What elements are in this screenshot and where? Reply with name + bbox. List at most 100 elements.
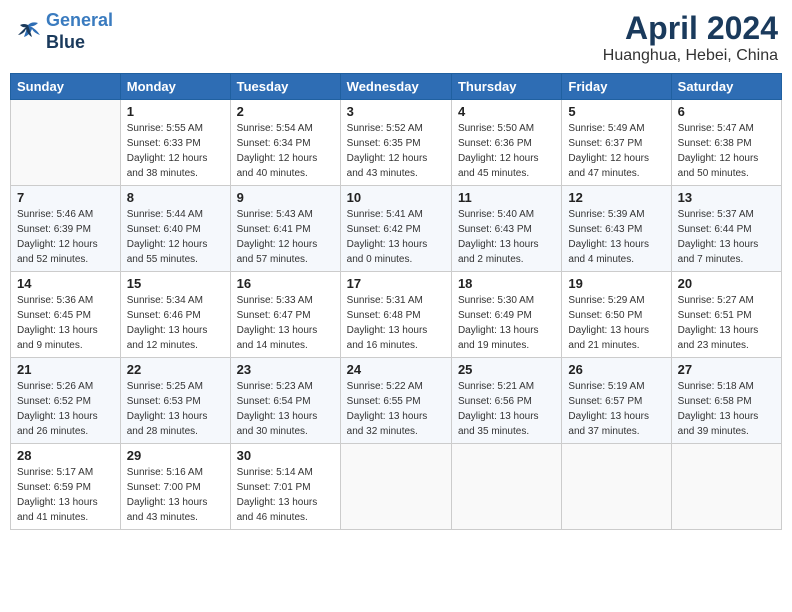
day-number: 23	[237, 362, 334, 377]
page-header: GeneralBlue April 2024 Huanghua, Hebei, …	[10, 10, 782, 65]
calendar-body: 1 Sunrise: 5:55 AMSunset: 6:33 PMDaylight…	[11, 100, 782, 530]
location-title: Huanghua, Hebei, China	[603, 47, 778, 65]
calendar-week-row: 1 Sunrise: 5:55 AMSunset: 6:33 PMDaylight…	[11, 100, 782, 186]
day-number: 1	[127, 104, 224, 119]
day-number: 14	[17, 276, 114, 291]
day-info: Sunrise: 5:14 AMSunset: 7:01 PMDaylight:…	[237, 465, 334, 525]
day-info: Sunrise: 5:55 AMSunset: 6:33 PMDaylight:…	[127, 121, 224, 181]
calendar-cell: 30Sunrise: 5:14 AMSunset: 7:01 PMDayligh…	[230, 444, 340, 530]
calendar-cell: 22 Sunrise: 5:25 AMSunset: 6:53 PMDayligh…	[120, 358, 230, 444]
day-info: Sunrise: 5:52 AMSunset: 6:35 PMDaylight:…	[347, 121, 445, 181]
logo-text: GeneralBlue	[46, 10, 113, 53]
weekday-header-saturday: Saturday	[671, 74, 781, 100]
day-number: 12	[568, 190, 664, 205]
calendar-cell: 17 Sunrise: 5:31 AMSunset: 6:48 PMDayligh…	[340, 272, 451, 358]
weekday-header-sunday: Sunday	[11, 74, 121, 100]
day-number: 24	[347, 362, 445, 377]
calendar-week-row: 7 Sunrise: 5:46 AMSunset: 6:39 PMDaylight…	[11, 186, 782, 272]
calendar-cell: 26Sunrise: 5:19 AMSunset: 6:57 PMDayligh…	[562, 358, 671, 444]
calendar-week-row: 28 Sunrise: 5:17 AMSunset: 6:59 PMDayligh…	[11, 444, 782, 530]
day-number: 26	[568, 362, 664, 377]
weekday-header-monday: Monday	[120, 74, 230, 100]
day-info: Sunrise: 5:34 AMSunset: 6:46 PMDaylight:…	[127, 293, 224, 353]
weekday-header-friday: Friday	[562, 74, 671, 100]
day-number: 22	[127, 362, 224, 377]
day-info: Sunrise: 5:21 AMSunset: 6:56 PMDaylight:…	[458, 379, 555, 439]
day-number: 5	[568, 104, 664, 119]
day-info: Sunrise: 5:27 AMSunset: 6:51 PMDaylight:…	[678, 293, 775, 353]
day-number: 17	[347, 276, 445, 291]
calendar-cell: 20 Sunrise: 5:27 AMSunset: 6:51 PMDayligh…	[671, 272, 781, 358]
day-info: Sunrise: 5:40 AMSunset: 6:43 PMDaylight:…	[458, 207, 555, 267]
calendar-cell: 10Sunrise: 5:41 AMSunset: 6:42 PMDayligh…	[340, 186, 451, 272]
day-info: Sunrise: 5:18 AMSunset: 6:58 PMDaylight:…	[678, 379, 775, 439]
day-info: Sunrise: 5:54 AMSunset: 6:34 PMDaylight:…	[237, 121, 334, 181]
day-info: Sunrise: 5:43 AMSunset: 6:41 PMDaylight:…	[237, 207, 334, 267]
day-info: Sunrise: 5:37 AMSunset: 6:44 PMDaylight:…	[678, 207, 775, 267]
day-info: Sunrise: 5:17 AMSunset: 6:59 PMDaylight:…	[17, 465, 114, 525]
calendar-week-row: 14 Sunrise: 5:36 AMSunset: 6:45 PMDayligh…	[11, 272, 782, 358]
day-info: Sunrise: 5:29 AMSunset: 6:50 PMDaylight:…	[568, 293, 664, 353]
day-number: 18	[458, 276, 555, 291]
day-info: Sunrise: 5:22 AMSunset: 6:55 PMDaylight:…	[347, 379, 445, 439]
day-number: 28	[17, 448, 114, 463]
day-number: 27	[678, 362, 775, 377]
day-number: 25	[458, 362, 555, 377]
day-info: Sunrise: 5:49 AMSunset: 6:37 PMDaylight:…	[568, 121, 664, 181]
calendar-cell: 13 Sunrise: 5:37 AMSunset: 6:44 PMDayligh…	[671, 186, 781, 272]
day-number: 6	[678, 104, 775, 119]
calendar-cell	[671, 444, 781, 530]
day-info: Sunrise: 5:30 AMSunset: 6:49 PMDaylight:…	[458, 293, 555, 353]
calendar-cell: 14 Sunrise: 5:36 AMSunset: 6:45 PMDayligh…	[11, 272, 121, 358]
day-number: 20	[678, 276, 775, 291]
day-number: 10	[347, 190, 445, 205]
calendar-cell: 9Sunrise: 5:43 AMSunset: 6:41 PMDaylight…	[230, 186, 340, 272]
logo-icon	[14, 21, 42, 43]
day-number: 7	[17, 190, 114, 205]
day-info: Sunrise: 5:16 AMSunset: 7:00 PMDaylight:…	[127, 465, 224, 525]
calendar-cell: 8 Sunrise: 5:44 AMSunset: 6:40 PMDaylight…	[120, 186, 230, 272]
calendar-cell: 7 Sunrise: 5:46 AMSunset: 6:39 PMDaylight…	[11, 186, 121, 272]
day-number: 29	[127, 448, 224, 463]
calendar-cell: 27 Sunrise: 5:18 AMSunset: 6:58 PMDayligh…	[671, 358, 781, 444]
calendar-cell: 19 Sunrise: 5:29 AMSunset: 6:50 PMDayligh…	[562, 272, 671, 358]
month-title: April 2024	[603, 10, 778, 47]
calendar-cell: 21 Sunrise: 5:26 AMSunset: 6:52 PMDayligh…	[11, 358, 121, 444]
day-number: 11	[458, 190, 555, 205]
calendar-cell: 18 Sunrise: 5:30 AMSunset: 6:49 PMDayligh…	[451, 272, 561, 358]
day-number: 19	[568, 276, 664, 291]
day-info: Sunrise: 5:36 AMSunset: 6:45 PMDaylight:…	[17, 293, 114, 353]
logo: GeneralBlue	[14, 10, 113, 53]
calendar-cell: 11 Sunrise: 5:40 AMSunset: 6:43 PMDayligh…	[451, 186, 561, 272]
day-info: Sunrise: 5:31 AMSunset: 6:48 PMDaylight:…	[347, 293, 445, 353]
calendar-cell: 1 Sunrise: 5:55 AMSunset: 6:33 PMDaylight…	[120, 100, 230, 186]
calendar-cell: 24 Sunrise: 5:22 AMSunset: 6:55 PMDayligh…	[340, 358, 451, 444]
weekday-header-thursday: Thursday	[451, 74, 561, 100]
calendar-cell	[562, 444, 671, 530]
day-info: Sunrise: 5:47 AMSunset: 6:38 PMDaylight:…	[678, 121, 775, 181]
calendar-cell: 29 Sunrise: 5:16 AMSunset: 7:00 PMDayligh…	[120, 444, 230, 530]
day-number: 13	[678, 190, 775, 205]
weekday-header-wednesday: Wednesday	[340, 74, 451, 100]
day-info: Sunrise: 5:46 AMSunset: 6:39 PMDaylight:…	[17, 207, 114, 267]
calendar-cell: 23Sunrise: 5:23 AMSunset: 6:54 PMDayligh…	[230, 358, 340, 444]
day-info: Sunrise: 5:39 AMSunset: 6:43 PMDaylight:…	[568, 207, 664, 267]
calendar-cell: 16Sunrise: 5:33 AMSunset: 6:47 PMDayligh…	[230, 272, 340, 358]
day-number: 2	[237, 104, 334, 119]
calendar-cell: 15 Sunrise: 5:34 AMSunset: 6:46 PMDayligh…	[120, 272, 230, 358]
day-number: 15	[127, 276, 224, 291]
calendar-cell	[451, 444, 561, 530]
day-number: 8	[127, 190, 224, 205]
day-number: 21	[17, 362, 114, 377]
day-info: Sunrise: 5:25 AMSunset: 6:53 PMDaylight:…	[127, 379, 224, 439]
title-block: April 2024 Huanghua, Hebei, China	[603, 10, 778, 65]
calendar-cell: 6 Sunrise: 5:47 AMSunset: 6:38 PMDaylight…	[671, 100, 781, 186]
day-info: Sunrise: 5:44 AMSunset: 6:40 PMDaylight:…	[127, 207, 224, 267]
day-info: Sunrise: 5:26 AMSunset: 6:52 PMDaylight:…	[17, 379, 114, 439]
calendar-cell	[11, 100, 121, 186]
calendar-cell: 4Sunrise: 5:50 AMSunset: 6:36 PMDaylight…	[451, 100, 561, 186]
calendar-table: SundayMondayTuesdayWednesdayThursdayFrid…	[10, 73, 782, 530]
weekday-header-tuesday: Tuesday	[230, 74, 340, 100]
calendar-cell: 25 Sunrise: 5:21 AMSunset: 6:56 PMDayligh…	[451, 358, 561, 444]
calendar-header-row: SundayMondayTuesdayWednesdayThursdayFrid…	[11, 74, 782, 100]
